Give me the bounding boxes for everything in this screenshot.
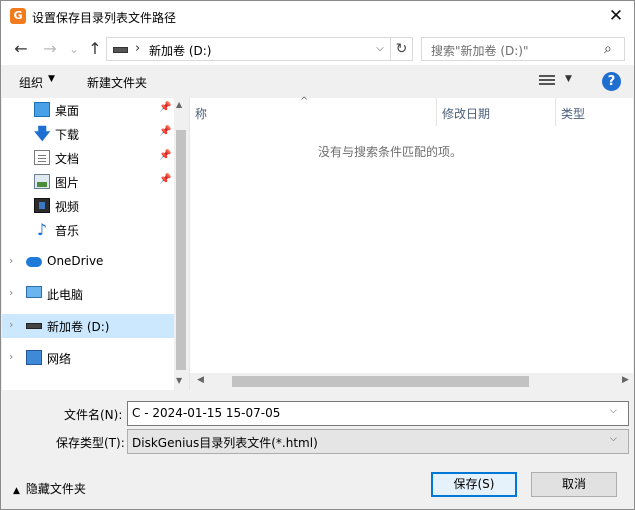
filetype-select[interactable]: DiskGenius目录列表文件(*.html) ⌵: [127, 429, 629, 454]
sidebar-item-label: OneDrive: [47, 254, 104, 268]
sidebar-item-videos[interactable]: 视频: [2, 194, 174, 218]
scroll-left-icon[interactable]: ◀: [197, 375, 204, 385]
view-dropdown-icon[interactable]: ▼: [565, 74, 572, 84]
filetype-value: DiskGenius目录列表文件(*.html): [132, 436, 318, 450]
new-folder-button[interactable]: 新建文件夹: [87, 74, 147, 91]
filetype-label: 保存类型(T):: [56, 436, 125, 450]
pin-icon: 📌: [159, 174, 172, 185]
sidebar-item-label: 此电脑: [47, 288, 84, 302]
breadcrumb-separator-icon: ›: [135, 41, 141, 56]
column-header-type[interactable]: 类型: [556, 98, 634, 126]
pictures-icon: [34, 174, 50, 189]
diskgenius-app-icon: G: [10, 8, 26, 24]
sidebar-item-pictures[interactable]: 图片 📌: [2, 170, 174, 194]
expand-chevron-icon[interactable]: ›: [9, 318, 13, 331]
sidebar-item-desktop[interactable]: 桌面 📌: [2, 98, 174, 122]
sidebar-item-label: 音乐: [55, 224, 80, 238]
sidebar-item-label: 视频: [55, 200, 80, 214]
sidebar-item-label: 文档: [55, 152, 80, 166]
expand-chevron-icon[interactable]: ›: [9, 286, 13, 299]
sidebar-item-label: 新加卷 (D:): [47, 320, 110, 334]
refresh-icon[interactable]: ↻: [390, 38, 412, 60]
expand-chevron-icon[interactable]: ›: [9, 254, 13, 267]
sidebar-item-onedrive[interactable]: › OneDrive: [2, 250, 174, 274]
column-header-label: 修改日期: [442, 107, 491, 121]
recent-locations-chevron-icon[interactable]: ⌄: [63, 38, 85, 60]
scroll-right-icon[interactable]: ▶: [622, 375, 629, 385]
sidebar-item-label: 桌面: [55, 104, 80, 118]
search-input[interactable]: 搜索"新加卷 (D:)" ⌕: [421, 37, 625, 61]
document-icon: [34, 150, 50, 165]
download-icon: 🡇: [34, 124, 51, 143]
sidebar-item-downloads[interactable]: 🡇 下载 📌: [2, 122, 174, 146]
address-dropdown-icon[interactable]: ⌵: [371, 39, 389, 59]
music-icon: ♪: [36, 220, 48, 239]
cancel-button[interactable]: 取消: [531, 472, 617, 497]
sidebar-item-music[interactable]: ♪ 音乐: [2, 218, 174, 242]
pin-icon: 📌: [159, 150, 172, 161]
pin-icon: 📌: [159, 126, 172, 137]
column-header-label: 称: [195, 107, 208, 121]
close-button[interactable]: ✕: [598, 1, 634, 32]
sidebar-item-documents[interactable]: 文档 📌: [2, 146, 174, 170]
column-header-name[interactable]: 称 ^: [190, 96, 437, 126]
sidebar-item-drive-d[interactable]: › 新加卷 (D:): [2, 314, 174, 338]
pin-icon: 📌: [159, 102, 172, 113]
column-header-label: 类型: [561, 107, 586, 121]
filename-field[interactable]: C - 2024-01-15 15-07-05 ⌵: [127, 401, 629, 426]
hide-folders-toggle[interactable]: ▲ 隐藏文件夹: [13, 480, 86, 497]
address-bar[interactable]: › 新加卷 (D:) ⌵ ↻: [106, 37, 413, 61]
hide-folders-label: 隐藏文件夹: [25, 482, 86, 496]
back-arrow-icon[interactable]: ←: [10, 38, 32, 60]
up-arrow-icon[interactable]: ↑: [84, 38, 106, 60]
filetype-dropdown-icon[interactable]: ⌵: [610, 434, 617, 444]
drive-icon: [26, 323, 42, 329]
title-bar: G 设置保存目录列表文件路径 ✕: [1, 1, 634, 32]
search-placeholder: 搜索"新加卷 (D:)": [431, 44, 529, 58]
address-row: ← → ⌄ ↑ › 新加卷 (D:) ⌵ ↻ 搜索"新加卷 (D:)" ⌕: [1, 32, 634, 65]
sidebar-item-network[interactable]: › 网络: [2, 346, 174, 370]
breadcrumb-drive[interactable]: 新加卷 (D:): [149, 42, 211, 59]
filename-label: 文件名(N):: [64, 408, 123, 422]
expand-chevron-icon[interactable]: ›: [9, 350, 13, 363]
sidebar-item-label: 图片: [55, 176, 80, 190]
scroll-up-icon[interactable]: ▲: [176, 100, 182, 109]
forward-arrow-icon[interactable]: →: [39, 38, 61, 60]
filename-dropdown-icon[interactable]: ⌵: [610, 406, 617, 416]
view-options-icon[interactable]: [539, 73, 555, 87]
dialog-title: 设置保存目录列表文件路径: [32, 11, 177, 25]
scrollbar-thumb[interactable]: [232, 376, 529, 387]
sidebar-item-label: 网络: [47, 352, 72, 366]
organize-dropdown-icon[interactable]: ▼: [48, 74, 55, 84]
sidebar-item-label: 下载: [55, 128, 80, 142]
command-bar: 组织 ▼ 新建文件夹 ▼ ?: [1, 65, 634, 98]
this-pc-icon: [26, 286, 42, 298]
collapse-arrow-icon: ▲: [13, 486, 20, 496]
save-button[interactable]: 保存(S): [431, 472, 517, 497]
desktop-icon: [34, 102, 50, 117]
navigation-pane: 桌面 📌 🡇 下载 📌 文档 📌 图片 📌 视频 ♪ 音乐 › OneDrive…: [2, 98, 188, 390]
sort-ascending-icon: ^: [300, 96, 309, 107]
help-icon[interactable]: ?: [602, 72, 621, 91]
onedrive-icon: [26, 257, 42, 267]
file-list: 称 ^ 修改日期 类型 没有与搜索条件匹配的项。 ◀ ▶: [189, 96, 634, 390]
column-header-date-modified[interactable]: 修改日期: [437, 98, 556, 126]
scroll-down-icon[interactable]: ▼: [176, 376, 182, 385]
filename-value[interactable]: C - 2024-01-15 15-07-05: [132, 406, 280, 420]
search-icon[interactable]: ⌕: [604, 41, 612, 57]
horizontal-scrollbar[interactable]: ◀ ▶: [190, 373, 634, 390]
network-icon: [26, 350, 42, 365]
navigation-scrollbar[interactable]: ▲ ▼: [174, 98, 188, 390]
save-dialog: G 设置保存目录列表文件路径 ✕ ← → ⌄ ↑ › 新加卷 (D:) ⌵ ↻ …: [0, 0, 635, 510]
organize-button[interactable]: 组织: [19, 74, 43, 91]
scrollbar-thumb[interactable]: [176, 130, 186, 370]
sidebar-item-this-pc[interactable]: › 此电脑: [2, 282, 174, 306]
drive-icon: [113, 47, 128, 53]
empty-list-message: 没有与搜索条件匹配的项。: [317, 145, 462, 159]
video-icon: [34, 198, 50, 213]
